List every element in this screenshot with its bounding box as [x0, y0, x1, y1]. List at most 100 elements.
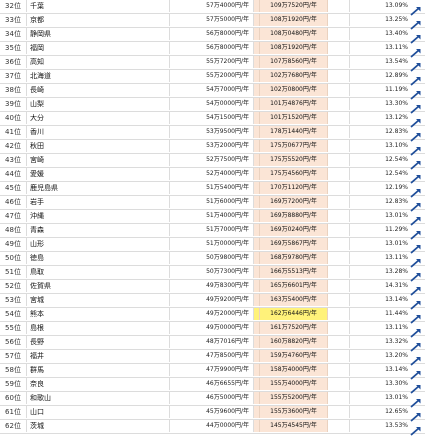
annual-total-cell: 49万2000円/年: [170, 308, 254, 320]
rank-cell: 51位: [0, 266, 27, 278]
annual-total-cell: 50万9800円/年: [170, 252, 254, 264]
prefecture-name: 香川: [27, 126, 170, 138]
spacer-cell: [328, 266, 350, 278]
rank-cell: 43位: [0, 154, 27, 166]
table-row: 41位 香川 53万9500円/年 178万1440円/年 12.83%: [0, 126, 425, 142]
rank-cell: 41位: [0, 126, 27, 138]
unit-value-cell: 166万5513円/年: [260, 266, 328, 278]
unit-value-cell: 108万1920円/年: [260, 14, 328, 26]
percent-cell: 13.40%: [385, 30, 408, 37]
blue-arrow-icon: [410, 169, 422, 184]
rank-cell: 36位: [0, 56, 27, 68]
percent-cell: 12.19%: [385, 184, 408, 191]
unit-value-cell: 155万4000円/年: [260, 378, 328, 390]
annual-total-cell: 55万2000円/年: [170, 70, 254, 82]
unit-value-cell: 163万5400円/年: [260, 294, 328, 306]
annual-total-cell: 51万5400円/年: [170, 182, 254, 194]
rank-cell: 55位: [0, 322, 27, 334]
prefecture-name: 山口: [27, 406, 170, 418]
blue-arrow-icon: [410, 365, 422, 380]
percent-cell: 13.54%: [385, 58, 408, 65]
annual-total-cell: 46万6655円/年: [170, 378, 254, 390]
table-row: 59位 奈良 46万6655円/年 155万4000円/年 13.30%: [0, 378, 425, 394]
table-row: 37位 北海道 55万2000円/年 102万7680円/年 12.89%: [0, 70, 425, 86]
unit-value-cell: 169万7200円/年: [260, 196, 328, 208]
percent-cell: 13.12%: [385, 114, 408, 121]
spacer-cell: [328, 126, 350, 138]
annual-total-cell: 53万2000円/年: [170, 140, 254, 152]
prefecture-name: 熊本: [27, 308, 170, 320]
prefecture-name: 島根: [27, 322, 170, 334]
blue-arrow-icon: [410, 127, 422, 142]
percent-cell: 13.30%: [385, 380, 408, 387]
table-row: 35位 福岡 56万8000円/年 108万1920円/年 13.11%: [0, 42, 425, 58]
rank-cell: 46位: [0, 196, 27, 208]
percent-cell: 11.19%: [385, 86, 408, 93]
percent-cell: 13.09%: [385, 2, 408, 9]
percent-cell: 13.11%: [385, 324, 408, 331]
blue-arrow-icon: [410, 57, 422, 72]
prefecture-name: 長崎: [27, 84, 170, 96]
spacer-cell: [328, 112, 350, 124]
table-row: 42位 秋田 53万2000円/年 175万0677円/年 13.10%: [0, 140, 425, 156]
spacer-cell: [328, 154, 350, 166]
rank-cell: 59位: [0, 378, 27, 390]
unit-value-cell: 159万4760円/年: [260, 350, 328, 362]
blue-arrow-icon: [410, 29, 422, 44]
blue-arrow-icon: [410, 421, 422, 436]
annual-total-cell: 57万4000円/年: [170, 0, 254, 12]
prefecture-name: 奈良: [27, 378, 170, 390]
rank-cell: 52位: [0, 280, 27, 292]
unit-value-cell: 145万4545円/年: [260, 420, 328, 432]
annual-total-cell: 48万7016円/年: [170, 336, 254, 348]
annual-total-cell: 45万9600円/年: [170, 406, 254, 418]
blue-arrow-icon: [410, 197, 422, 212]
percent-cell: 13.01%: [385, 240, 408, 247]
spacer-cell: [328, 378, 350, 390]
annual-total-cell: 50万7300円/年: [170, 266, 254, 278]
prefecture-name: 愛媛: [27, 168, 170, 180]
blue-arrow-icon: [410, 113, 422, 128]
percent-cell: 13.01%: [385, 212, 408, 219]
percent-cell: 13.32%: [385, 338, 408, 345]
blue-arrow-icon: [410, 323, 422, 338]
annual-total-cell: 56万8000円/年: [170, 42, 254, 54]
blue-arrow-icon: [410, 295, 422, 310]
percent-cell: 13.01%: [385, 394, 408, 401]
annual-total-cell: 51万0000円/年: [170, 238, 254, 250]
annual-total-cell: 54万0000円/年: [170, 98, 254, 110]
prefecture-name: 徳島: [27, 252, 170, 264]
blue-arrow-icon: [410, 337, 422, 352]
spacer-cell: [328, 280, 350, 292]
rank-cell: 44位: [0, 168, 27, 180]
spacer-cell: [328, 252, 350, 264]
percent-cell: 12.89%: [385, 72, 408, 79]
table-row: 61位 山口 45万9600円/年 155万3600円/年 12.65%: [0, 406, 425, 422]
unit-value-cell: 108万0480円/年: [260, 28, 328, 40]
spacer-cell: [328, 364, 350, 376]
prefecture-name: 京都: [27, 14, 170, 26]
spacer-cell: [328, 84, 350, 96]
table-row: 39位 山梨 54万0000円/年 101万4876円/年 13.30%: [0, 98, 425, 114]
rank-cell: 40位: [0, 112, 27, 124]
annual-total-cell: 44万0000円/年: [170, 420, 254, 432]
prefecture-name: 佐賀県: [27, 280, 170, 292]
unit-value-cell: 102万7680円/年: [260, 70, 328, 82]
spacer-cell: [328, 406, 350, 418]
blue-arrow-icon: [410, 379, 422, 394]
rank-cell: 32位: [0, 0, 27, 12]
annual-total-cell: 49万0000円/年: [170, 322, 254, 334]
unit-value-cell: 169万5867円/年: [260, 238, 328, 250]
unit-value-cell: 101万4876円/年: [260, 98, 328, 110]
rank-cell: 58位: [0, 364, 27, 376]
table-row: 32位 千葉 57万4000円/年 109万7520円/年 13.09%: [0, 0, 425, 16]
annual-total-cell: 55万7200円/年: [170, 56, 254, 68]
rank-cell: 62位: [0, 420, 27, 432]
blue-arrow-icon: [410, 85, 422, 100]
percent-cell: 12.83%: [385, 198, 408, 205]
spacer-cell: [328, 224, 350, 236]
table-row: 36位 高知 55万7200円/年 107万8560円/年 13.54%: [0, 56, 425, 72]
percent-cell: 14.31%: [385, 282, 408, 289]
annual-total-cell: 46万5000円/年: [170, 392, 254, 404]
unit-value-cell: 108万1920円/年: [260, 42, 328, 54]
